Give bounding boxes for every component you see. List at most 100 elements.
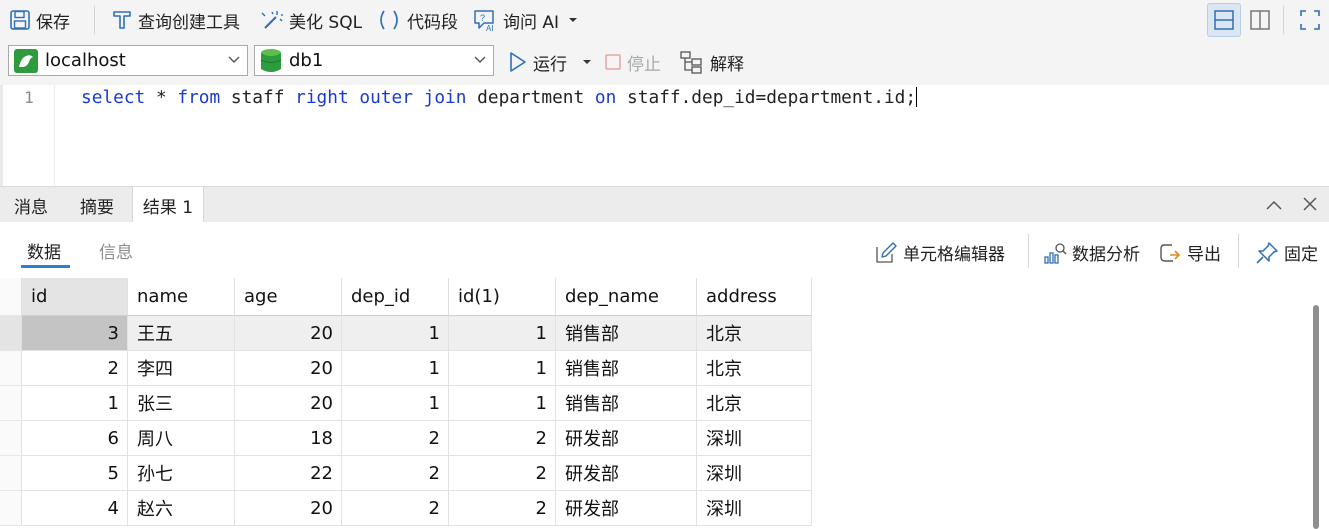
column-header[interactable]: id	[22, 278, 128, 316]
dropdown-arrow-icon[interactable]	[568, 16, 578, 24]
tab-messages[interactable]: 消息	[0, 187, 62, 223]
table-cell[interactable]: 2	[342, 421, 449, 456]
database-select[interactable]: db1	[254, 45, 494, 76]
table-cell[interactable]: 1	[449, 351, 556, 386]
explain-button[interactable]: 解释	[679, 49, 744, 75]
table-cell[interactable]: 6	[22, 421, 128, 456]
table-cell[interactable]: 2	[342, 491, 449, 526]
table-cell[interactable]: 北京	[697, 386, 812, 421]
table-cell[interactable]: 1	[22, 386, 128, 421]
dropdown-arrow-icon[interactable]	[582, 58, 592, 66]
beautify-sql-button[interactable]: 美化 SQL	[260, 7, 362, 33]
table-cell[interactable]: 4	[22, 491, 128, 526]
table-cell[interactable]: 周八	[128, 421, 235, 456]
chevron-down-icon	[228, 56, 240, 63]
sql-editor[interactable]: 1 select * from staff right outer join d…	[0, 85, 1329, 186]
cell-editor-button[interactable]: 单元格编辑器	[874, 240, 1005, 265]
toolbar-divider	[94, 6, 95, 34]
tab-result-1[interactable]: 结果 1	[132, 187, 204, 223]
table-cell[interactable]: 研发部	[556, 421, 697, 456]
result-data-grid[interactable]: id name age dep_id id(1) dep_name address 3 王五 20…	[0, 278, 1312, 529]
table-cell[interactable]: 3	[22, 316, 128, 351]
export-button[interactable]: 导出	[1158, 240, 1221, 265]
table-cell[interactable]: 赵六	[128, 491, 235, 526]
table-cell[interactable]: 1	[342, 316, 449, 351]
table-cell[interactable]: 销售部	[556, 316, 697, 351]
table-cell[interactable]: 深圳	[697, 421, 812, 456]
layout-vertical-split-button[interactable]	[1243, 3, 1277, 37]
sql-keyword: join	[423, 87, 467, 108]
row-selector[interactable]	[0, 456, 22, 491]
sql-text: staff.dep_id=department.id;	[616, 87, 917, 108]
connection-select[interactable]: localhost	[8, 45, 248, 76]
code-snippet-button[interactable]: 代码段	[376, 7, 458, 33]
table-cell[interactable]: 1	[342, 386, 449, 421]
save-button[interactable]: 保存	[9, 7, 70, 33]
table-cell[interactable]: 北京	[697, 351, 812, 386]
sql-keyword: select	[81, 87, 146, 108]
table-cell[interactable]: 2	[449, 421, 556, 456]
row-selector[interactable]	[0, 316, 22, 351]
table-cell[interactable]: 深圳	[697, 456, 812, 491]
database-value: db1	[289, 50, 324, 71]
table-cell[interactable]: 销售部	[556, 351, 697, 386]
table-cell[interactable]: 李四	[128, 351, 235, 386]
explain-label: 解释	[710, 54, 744, 75]
table-cell[interactable]: 张三	[128, 386, 235, 421]
table-cell[interactable]: 2	[22, 351, 128, 386]
column-header[interactable]: dep_name	[556, 278, 697, 316]
row-selector[interactable]	[0, 491, 22, 526]
ask-ai-button[interactable]: ? AI 询问 AI	[472, 7, 578, 33]
table-cell[interactable]: 孙七	[128, 456, 235, 491]
query-builder-button[interactable]: 查询创建工具	[111, 7, 240, 33]
scrollbar-thumb[interactable]	[1313, 305, 1319, 529]
table-cell[interactable]: 22	[235, 456, 342, 491]
table-cell[interactable]: 2	[342, 456, 449, 491]
collapse-panel-icon[interactable]	[1264, 196, 1284, 214]
table-cell[interactable]: 王五	[128, 316, 235, 351]
layout-horizontal-split-button[interactable]	[1207, 3, 1241, 37]
tab-summary[interactable]: 摘要	[66, 187, 128, 223]
parentheses-icon	[380, 10, 398, 30]
save-label: 保存	[36, 12, 70, 33]
table-cell[interactable]: 20	[235, 491, 342, 526]
row-selector[interactable]	[0, 421, 22, 456]
column-header[interactable]: id(1)	[449, 278, 556, 316]
column-header[interactable]: age	[235, 278, 342, 316]
data-analysis-button[interactable]: 数据分析	[1043, 240, 1140, 265]
column-header[interactable]: name	[128, 278, 235, 316]
table-cell[interactable]: 研发部	[556, 456, 697, 491]
chart-magnifier-icon	[1044, 242, 1067, 264]
table-cell[interactable]: 20	[235, 351, 342, 386]
column-header[interactable]: dep_id	[342, 278, 449, 316]
table-cell[interactable]: 1	[449, 316, 556, 351]
table-cell[interactable]: 2	[449, 491, 556, 526]
table-cell[interactable]: 北京	[697, 316, 812, 351]
table-cell[interactable]: 18	[235, 421, 342, 456]
subtab-info[interactable]: 信息	[99, 238, 133, 263]
table-cell[interactable]: 5	[22, 456, 128, 491]
table-cell[interactable]: 销售部	[556, 386, 697, 421]
table-cell[interactable]: 20	[235, 316, 342, 351]
maximize-button[interactable]	[1293, 3, 1327, 37]
stop-button[interactable]: 停止	[604, 49, 661, 75]
table-cell[interactable]: 1	[449, 386, 556, 421]
table-cell[interactable]: 2	[449, 456, 556, 491]
table-cell[interactable]: 1	[342, 351, 449, 386]
table-cell[interactable]: 研发部	[556, 491, 697, 526]
row-selector[interactable]	[0, 351, 22, 386]
table-cell[interactable]: 20	[235, 386, 342, 421]
sql-query-text[interactable]: select * from staff right outer join dep…	[81, 86, 918, 110]
row-selector[interactable]	[0, 386, 22, 421]
subtab-data[interactable]: 数据	[27, 238, 61, 263]
play-icon	[510, 52, 526, 72]
run-button[interactable]: 运行	[508, 49, 592, 75]
action-divider	[1238, 234, 1239, 268]
table-cell[interactable]: 深圳	[697, 491, 812, 526]
mysql-connection-icon	[14, 48, 38, 73]
close-panel-icon[interactable]	[1300, 196, 1320, 214]
edit-pencil-icon	[876, 241, 897, 263]
pin-button[interactable]: 固定	[1255, 240, 1318, 265]
export-label: 导出	[1187, 245, 1221, 265]
column-header[interactable]: address	[697, 278, 812, 316]
